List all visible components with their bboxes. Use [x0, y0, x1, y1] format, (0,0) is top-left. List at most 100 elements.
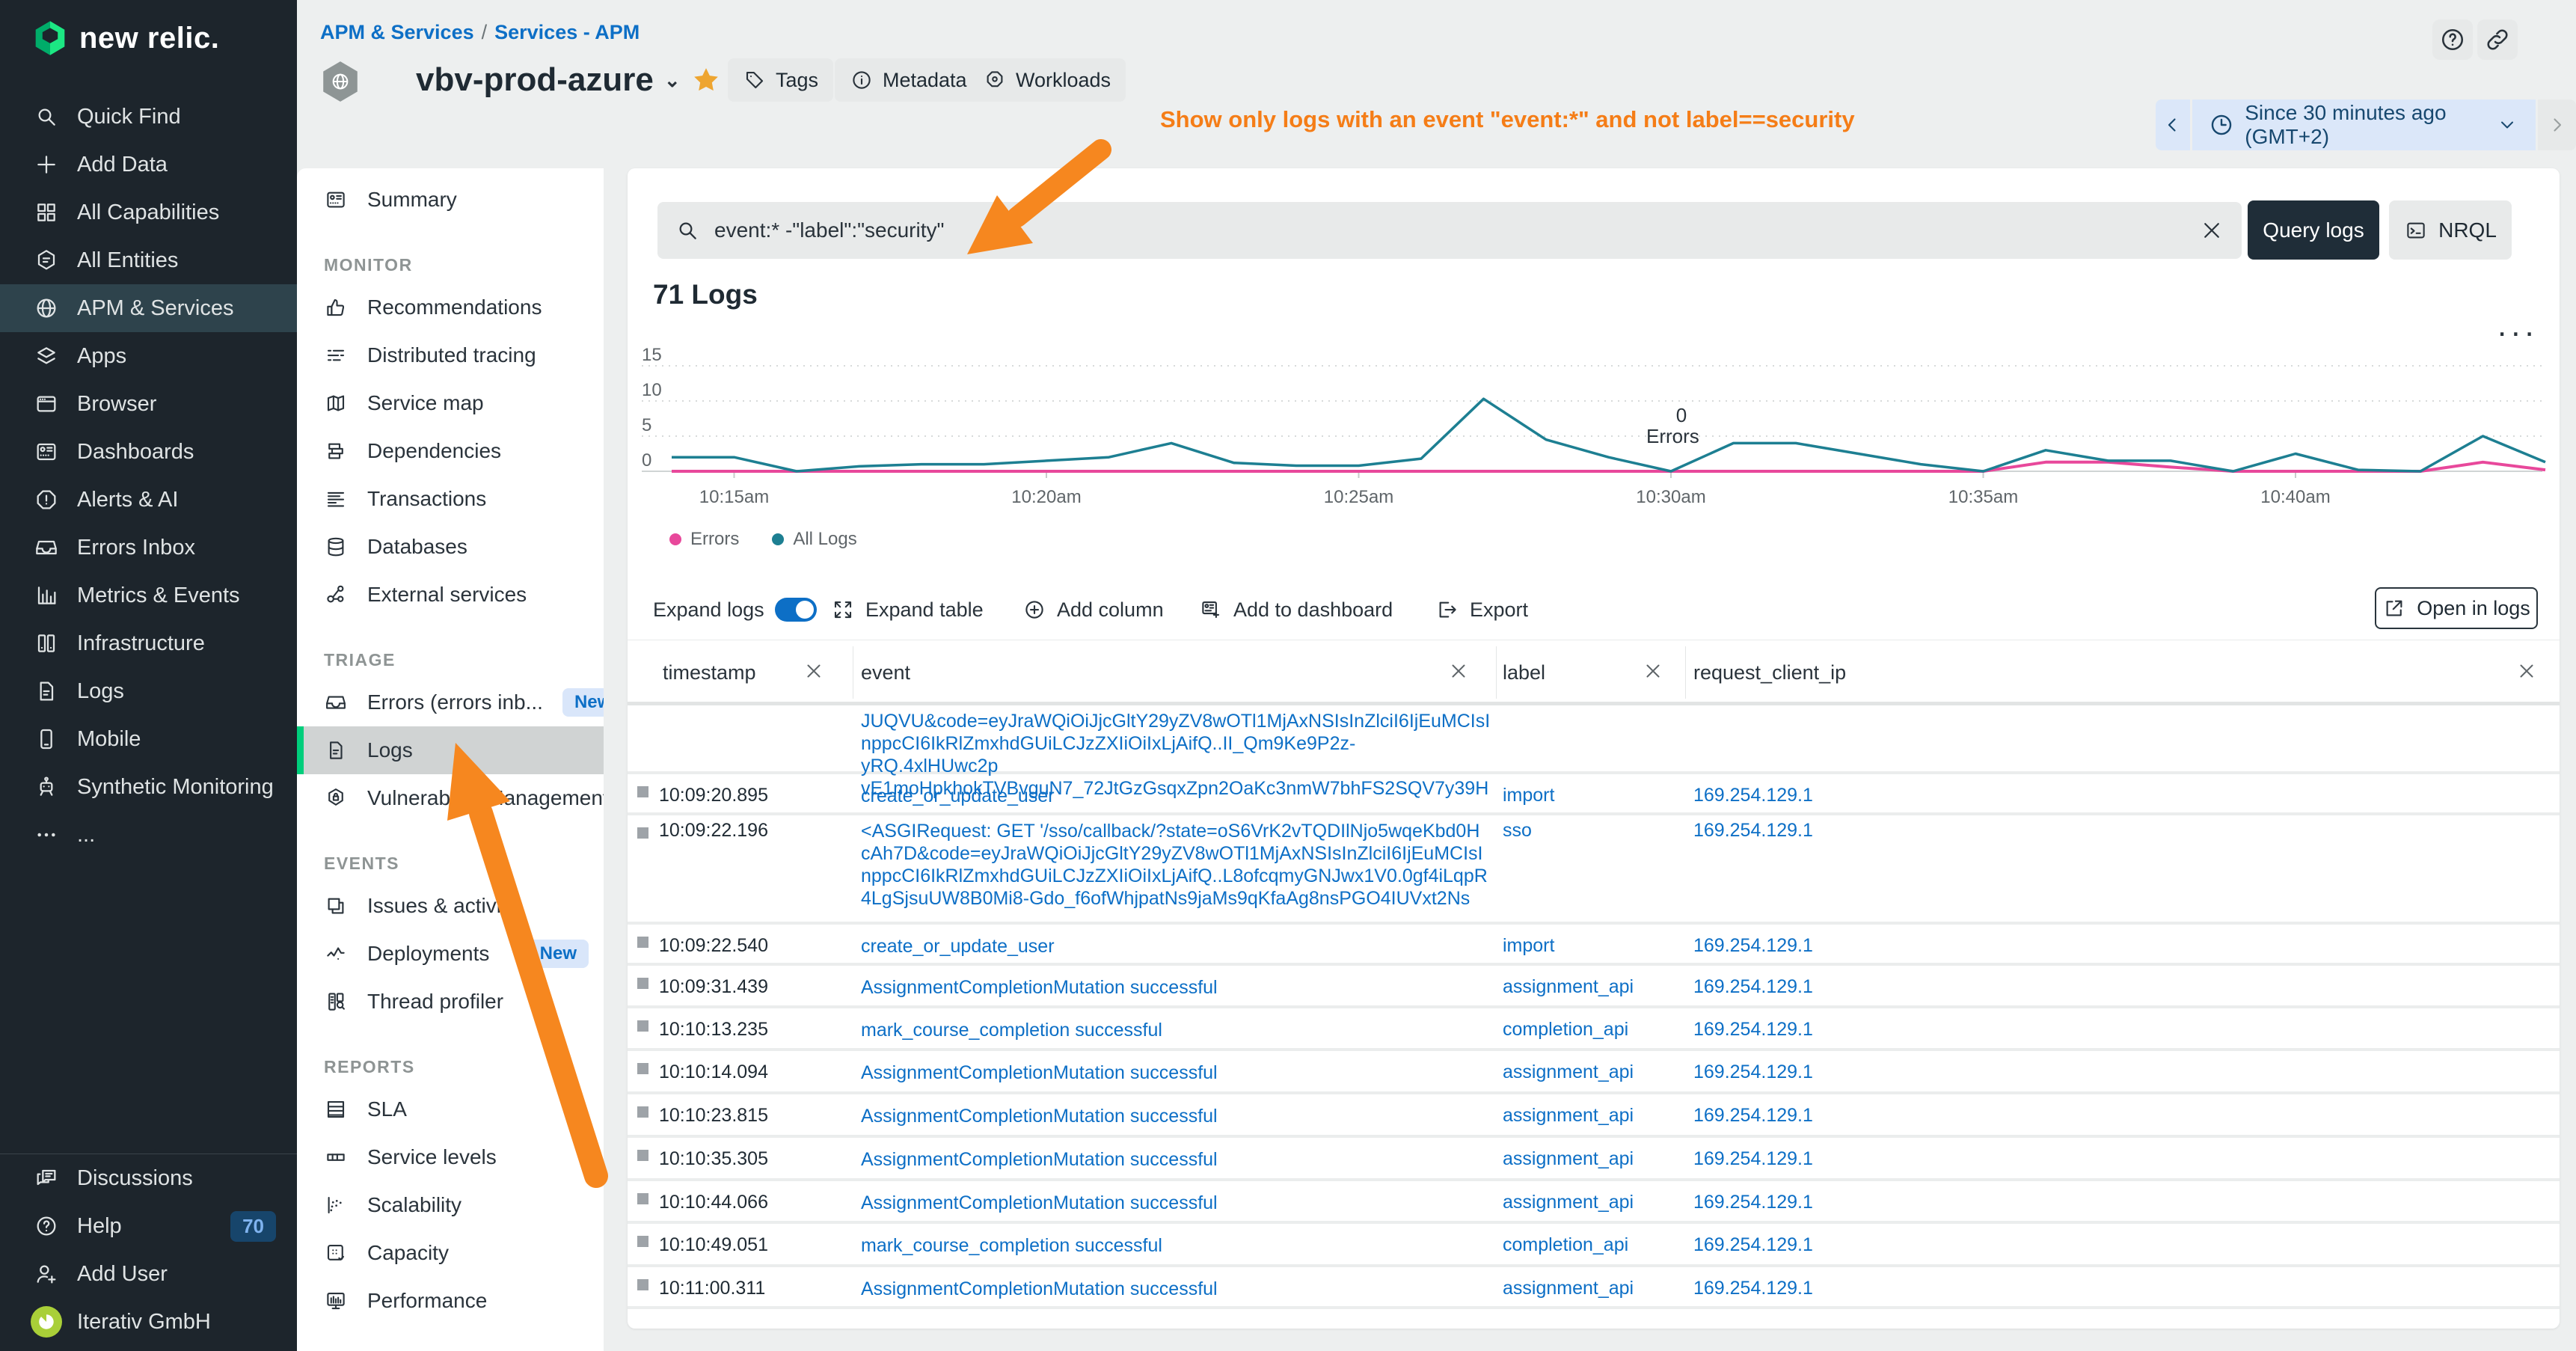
remove-column-timestamp-icon[interactable] — [803, 660, 829, 687]
subnav-item-deployments[interactable]: DeploymentsNew — [297, 930, 604, 978]
sidebar-item-alerts-ai[interactable]: Alerts & AI — [0, 476, 297, 524]
table-row[interactable]: 10:10:35.305AssignmentCompletionMutation… — [628, 1138, 2560, 1181]
entity-caret-down-icon[interactable]: ⌄ — [664, 69, 681, 92]
metadata-button[interactable]: Metadata — [835, 58, 982, 102]
new-relic-logo[interactable]: new relic. — [33, 19, 219, 57]
cell-label[interactable]: sso — [1503, 820, 1532, 842]
cell-event[interactable]: AssignmentCompletionMutation successful — [861, 1062, 1489, 1084]
table-row[interactable]: JUQVU&code=eyJraWQiOiJjcGltY29yZV8wOTl1M… — [628, 705, 2560, 774]
subnav-item-databases[interactable]: Databases — [297, 523, 604, 571]
table-row[interactable]: 10:10:23.815AssignmentCompletionMutation… — [628, 1094, 2560, 1138]
cell-request-client-ip[interactable]: 169.254.129.1 — [1693, 1105, 1813, 1127]
subnav-item-issues-activity[interactable]: Issues & activity — [297, 882, 604, 930]
table-row[interactable]: 10:09:22.196<ASGIRequest: GET '/sso/call… — [628, 815, 2560, 925]
cell-event[interactable]: AssignmentCompletionMutation successful — [861, 1278, 1489, 1300]
legend-all-logs[interactable]: All Logs — [772, 529, 856, 550]
expand-logs-toggle[interactable] — [775, 598, 817, 622]
table-row[interactable]: 10:09:20.895create_or_update_userimport1… — [628, 774, 2560, 815]
subnav-item-logs[interactable]: Logs — [297, 726, 604, 774]
subnav-item-distributed-tracing[interactable]: Distributed tracing — [297, 331, 604, 379]
cell-request-client-ip[interactable]: 169.254.129.1 — [1693, 935, 1813, 957]
logs-timeseries-chart[interactable]: 05101510:15am10:20am10:25am10:30am10:35a… — [628, 329, 2560, 539]
cell-request-client-ip[interactable]: 169.254.129.1 — [1693, 1148, 1813, 1170]
subnav-item-transactions[interactable]: Transactions — [297, 475, 604, 523]
cell-label[interactable]: assignment_api — [1503, 1105, 1634, 1127]
remove-column-request-client-ip-icon[interactable] — [2515, 660, 2542, 687]
cell-label[interactable]: assignment_api — [1503, 1192, 1634, 1213]
sidebar-item-infrastructure[interactable]: Infrastructure — [0, 619, 297, 667]
cell-label[interactable]: completion_api — [1503, 1019, 1628, 1041]
cell-request-client-ip[interactable]: 169.254.129.1 — [1693, 785, 1813, 806]
cell-request-client-ip[interactable]: 169.254.129.1 — [1693, 976, 1813, 998]
breadcrumb-services-apm[interactable]: Services - APM — [494, 21, 640, 43]
table-row[interactable]: 10:10:13.235mark_course_completion succe… — [628, 1008, 2560, 1051]
cell-event[interactable]: AssignmentCompletionMutation successful — [861, 1105, 1489, 1127]
cell-request-client-ip[interactable]: 169.254.129.1 — [1693, 1192, 1813, 1213]
cell-request-client-ip[interactable]: 169.254.129.1 — [1693, 820, 1813, 842]
column-event[interactable]: event — [861, 661, 910, 684]
subnav-item-sla[interactable]: SLA — [297, 1085, 604, 1133]
column-timestamp[interactable]: timestamp — [663, 661, 756, 684]
table-row[interactable]: 10:09:31.439AssignmentCompletionMutation… — [628, 966, 2560, 1008]
expand-table-button[interactable]: Expand table — [831, 592, 984, 628]
table-row[interactable]: 10:10:44.066AssignmentCompletionMutation… — [628, 1181, 2560, 1224]
entity-name[interactable]: vbv-prod-azure — [416, 61, 654, 99]
add-to-dashboard-button[interactable]: Add to dashboard — [1199, 592, 1393, 628]
sidebar-item-all-entities[interactable]: All Entities — [0, 236, 297, 284]
sidebar-item-metrics-events[interactable]: Metrics & Events — [0, 572, 297, 619]
cell-label[interactable]: assignment_api — [1503, 1278, 1634, 1299]
subnav-item-service-map[interactable]: Service map — [297, 379, 604, 427]
cell-request-client-ip[interactable]: 169.254.129.1 — [1693, 1062, 1813, 1083]
cell-label[interactable]: import — [1503, 785, 1554, 806]
sidebar-item-apm-services[interactable]: APM & Services — [0, 284, 297, 332]
cell-event[interactable]: mark_course_completion successful — [861, 1234, 1489, 1257]
cell-event[interactable]: AssignmentCompletionMutation successful — [861, 976, 1489, 999]
clear-query-icon[interactable] — [2195, 214, 2228, 247]
cell-request-client-ip[interactable]: 169.254.129.1 — [1693, 1234, 1813, 1256]
sidebar-item-help[interactable]: Help70 — [0, 1202, 297, 1250]
sidebar-item-dashboards[interactable]: Dashboards — [0, 428, 297, 476]
workloads-button[interactable]: Workloads — [968, 58, 1126, 102]
cell-label[interactable]: import — [1503, 935, 1554, 957]
subnav-item-summary[interactable]: Summary — [297, 176, 604, 224]
time-forward-button[interactable] — [2538, 99, 2576, 150]
help-button[interactable] — [2432, 19, 2473, 60]
sidebar-item-quick-find[interactable]: Quick Find — [0, 93, 297, 141]
cell-request-client-ip[interactable]: 169.254.129.1 — [1693, 1019, 1813, 1041]
cell-event[interactable]: AssignmentCompletionMutation successful — [861, 1192, 1489, 1214]
sidebar-item-browser[interactable]: Browser — [0, 380, 297, 428]
sidebar-item-errors-inbox[interactable]: Errors Inbox — [0, 524, 297, 572]
table-row[interactable]: 10:10:14.094AssignmentCompletionMutation… — [628, 1051, 2560, 1094]
cell-label[interactable]: assignment_api — [1503, 1148, 1634, 1170]
cell-event[interactable]: AssignmentCompletionMutation successful — [861, 1148, 1489, 1171]
subnav-item-external-services[interactable]: External services — [297, 571, 604, 619]
remove-column-label-icon[interactable] — [1642, 660, 1669, 687]
remove-column-event-icon[interactable] — [1447, 660, 1474, 687]
cell-event[interactable]: create_or_update_user — [861, 935, 1489, 958]
time-back-button[interactable] — [2156, 99, 2190, 150]
sidebar-item-item[interactable]: ... — [0, 811, 297, 859]
column-request-client-ip[interactable]: request_client_ip — [1693, 661, 1846, 684]
breadcrumb-apm-services[interactable]: APM & Services — [320, 21, 474, 43]
column-label[interactable]: label — [1503, 661, 1545, 684]
sidebar-item-add-user[interactable]: Add User — [0, 1250, 297, 1298]
query-logs-button[interactable]: Query logs — [2248, 200, 2379, 260]
subnav-item-errors-errors-inb[interactable]: Errors (errors inb...New — [297, 678, 604, 726]
subnav-item-service-levels[interactable]: Service levels — [297, 1133, 604, 1181]
tags-button[interactable]: Tags — [728, 58, 833, 102]
log-query-input[interactable] — [713, 218, 2182, 243]
sidebar-item-synthetic-monitoring[interactable]: Synthetic Monitoring — [0, 763, 297, 811]
cell-event[interactable]: create_or_update_user — [861, 785, 1489, 807]
cell-label[interactable]: assignment_api — [1503, 976, 1634, 998]
cell-event[interactable]: <ASGIRequest: GET '/sso/callback/?state=… — [861, 820, 1489, 910]
table-row[interactable]: 10:09:22.540create_or_update_userimport1… — [628, 925, 2560, 966]
cell-request-client-ip[interactable]: 169.254.129.1 — [1693, 1278, 1813, 1299]
subnav-item-recommendations[interactable]: Recommendations — [297, 284, 604, 331]
cell-event[interactable]: mark_course_completion successful — [861, 1019, 1489, 1041]
time-range-button[interactable]: Since 30 minutes ago (GMT+2) — [2192, 99, 2535, 150]
sidebar-item-add-data[interactable]: Add Data — [0, 141, 297, 189]
subnav-item-capacity[interactable]: Capacity — [297, 1229, 604, 1277]
favorite-star-icon[interactable] — [691, 65, 721, 95]
sidebar-item-mobile[interactable]: Mobile — [0, 715, 297, 763]
subnav-item-thread-profiler[interactable]: Thread profiler — [297, 978, 604, 1026]
